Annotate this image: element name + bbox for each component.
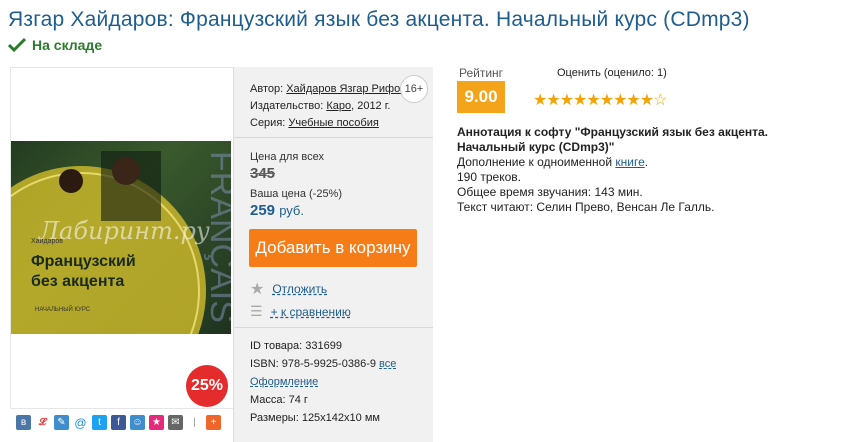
- star-icon: ★: [250, 281, 265, 298]
- publisher-link[interactable]: Каро: [326, 100, 351, 112]
- product-meta: Автор: Хайдаров Язгар Рифов Издательство…: [250, 83, 407, 129]
- cd-disc-art: FRANÇAIS Хайдаров Французский без акцент…: [11, 151, 231, 334]
- add-to-cart-button[interactable]: Добавить в корзину: [249, 229, 417, 267]
- duration: Общее время звучания: 143 мин.: [457, 185, 643, 199]
- new-price: 259 руб.: [250, 202, 304, 219]
- bookmark-icon[interactable]: ★: [149, 415, 164, 430]
- divider-icon: |: [187, 415, 202, 430]
- product-specs: ID товара: 331699 ISBN: 978-5-9925-0386-…: [250, 337, 396, 427]
- checkmark-icon: [8, 37, 26, 53]
- your-price-label: Ваша цена (-25%): [250, 188, 343, 200]
- cover-art: FRANÇAIS Хайдаров Французский без акцент…: [11, 141, 231, 334]
- star-icon[interactable]: ★: [640, 92, 654, 109]
- price-all-label: Цена для всех: [250, 151, 324, 163]
- star-icon[interactable]: ☆: [653, 92, 667, 109]
- isbn: ISBN: 978-5-9925-0386-9: [250, 358, 376, 370]
- author-link[interactable]: Хайдаров Язгар Рифов: [286, 83, 406, 95]
- vk-icon[interactable]: в: [16, 415, 31, 430]
- cover-subtitle: НАЧАЛЬНЫЙ КУРС: [35, 305, 91, 313]
- mass: Масса: 74 г: [250, 394, 308, 406]
- list-icon: ☰: [250, 303, 263, 319]
- dimensions: Размеры: 125x142x10 мм: [250, 412, 380, 424]
- product-image[interactable]: FRANÇAIS Хайдаров Французский без акцент…: [10, 67, 234, 409]
- mail-icon[interactable]: @: [73, 415, 88, 430]
- stock-label: На складе: [32, 37, 103, 53]
- email-icon[interactable]: ✉: [168, 415, 183, 430]
- star-icon[interactable]: ★: [600, 92, 614, 109]
- rating-label: Рейтинг: [459, 66, 504, 80]
- compare-action[interactable]: ☰ + к сравнению: [250, 303, 351, 320]
- design-link[interactable]: Оформление: [250, 376, 318, 388]
- price-block: Цена для всех 345 Ваша цена (-25%) 259 р…: [250, 151, 342, 219]
- series-link[interactable]: Учебные пособия: [288, 117, 378, 129]
- tracks: 190 треков.: [457, 170, 521, 184]
- annotation-title: Аннотация к софту "Французский язык без …: [457, 125, 769, 154]
- postpone-label[interactable]: Отложить: [272, 282, 327, 296]
- age-rating-badge: 16+: [400, 75, 428, 103]
- rate-label: Оценить (оценило: 1): [557, 67, 667, 79]
- rating-score: 9.00: [457, 81, 505, 113]
- book-link[interactable]: книге: [615, 155, 644, 169]
- purchase-panel: Автор: Хайдаров Язгар Рифов Издательство…: [233, 67, 433, 442]
- cover-title-1: Французский: [31, 253, 136, 270]
- star-icon[interactable]: ★: [560, 92, 574, 109]
- isbn-all-link[interactable]: все: [379, 358, 396, 370]
- divider: [234, 327, 433, 328]
- star-icon[interactable]: ★: [546, 92, 560, 109]
- star-icon[interactable]: ★: [613, 92, 627, 109]
- share-bar: в 𝓛 ✎ @ t f ☺ ★ ✉ | +: [16, 415, 221, 430]
- discount-badge: 25%: [186, 365, 228, 407]
- product-id: ID товара: 331699: [250, 340, 342, 352]
- compare-label[interactable]: + к сравнению: [271, 305, 351, 319]
- facebook-icon[interactable]: f: [111, 415, 126, 430]
- twitter-icon[interactable]: t: [92, 415, 107, 430]
- star-icon[interactable]: ★: [586, 92, 600, 109]
- star-icon[interactable]: ★: [533, 92, 547, 109]
- star-icon[interactable]: ★: [573, 92, 587, 109]
- readers: Текст читают: Селин Прево, Венсан Ле Гал…: [457, 200, 715, 214]
- ok-icon[interactable]: ☺: [130, 415, 145, 430]
- mm-icon[interactable]: 𝓛: [35, 415, 50, 430]
- lj-icon[interactable]: ✎: [54, 415, 69, 430]
- plus-icon[interactable]: +: [206, 415, 221, 430]
- cover-watermark: Лабиринт.ру: [38, 217, 210, 245]
- cover-title-2: без акцента: [31, 273, 124, 290]
- stock-status: На складе: [8, 37, 102, 53]
- page-title: Язгар Хайдаров: Французский язык без акц…: [8, 8, 750, 31]
- divider: [234, 137, 433, 138]
- rating-stars[interactable]: ★★★★★★★★★☆: [533, 90, 667, 110]
- postpone-action[interactable]: ★ Отложить: [250, 279, 327, 299]
- star-icon[interactable]: ★: [626, 92, 640, 109]
- annotation: Аннотация к софту "Французский язык без …: [457, 125, 837, 215]
- old-price: 345: [250, 165, 276, 182]
